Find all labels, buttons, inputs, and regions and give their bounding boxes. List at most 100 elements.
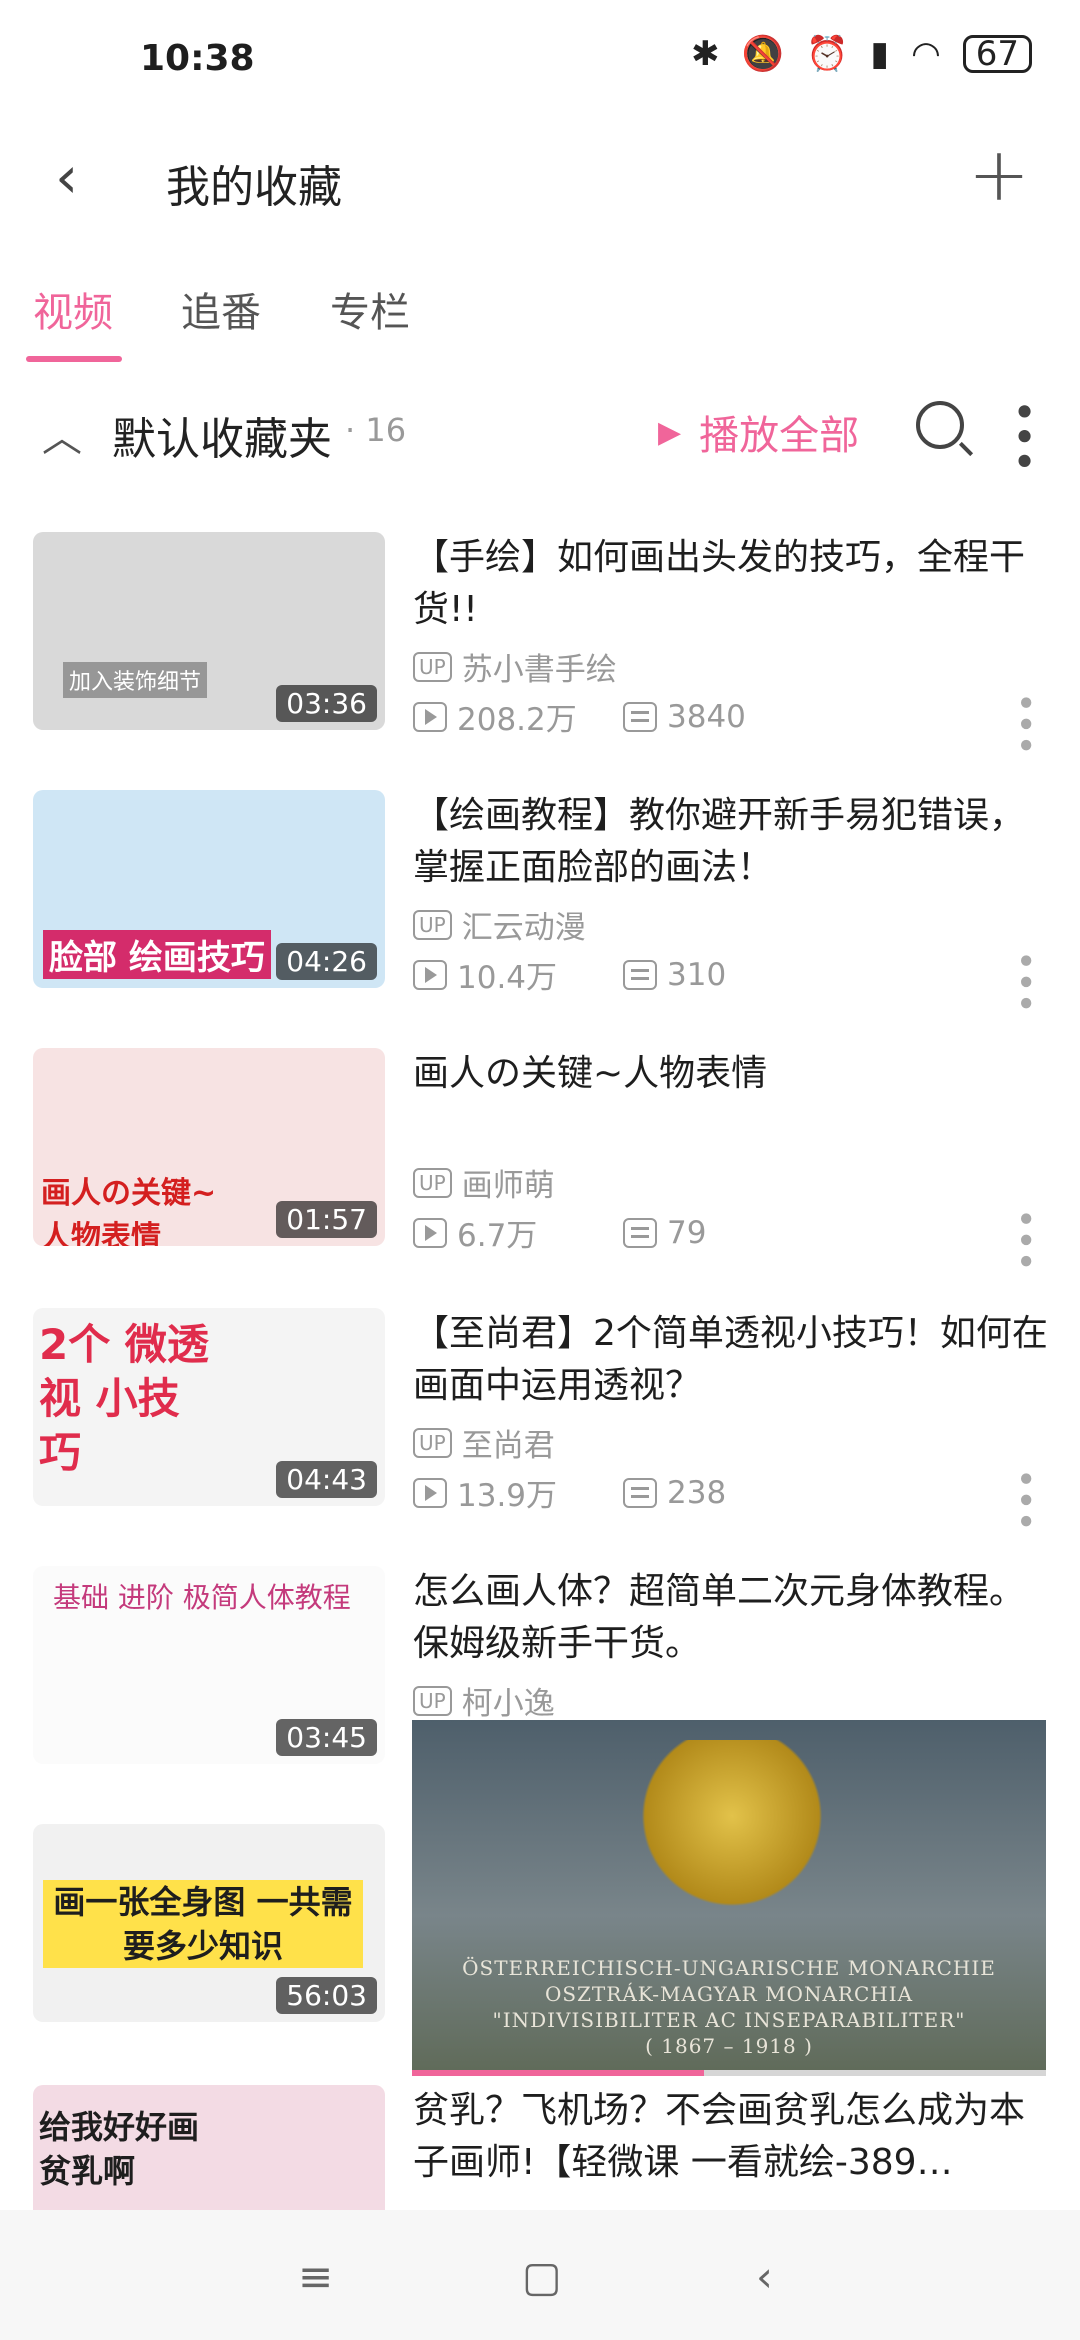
list-item[interactable]: 给我好好画 贫乳啊 贫乳？飞机场？不会画贫乳怎么成为本子画师!【轻微课 一看就绘… (0, 2085, 1080, 2210)
uploader-name: 画师萌 (461, 1168, 555, 1204)
video-thumbnail[interactable]: 基础 进阶 极简人体教程 03:45 (33, 1566, 385, 1764)
video-title[interactable]: 【绘画教程】教你避开新手易犯错误，掌握正面脸部的画法！ (413, 790, 1053, 894)
search-icon[interactable] (916, 401, 964, 449)
view-count-value: 10.4万 (457, 960, 558, 996)
uploader[interactable]: UP 画师萌 (413, 1160, 555, 1205)
thumbnail-caption: 画人の关键~ 人物表情 (41, 1176, 217, 1246)
list-item[interactable]: 2个 微透视 小技巧 04:43 【至尚君】2个简单透视小技巧！如何在画面中运用… (0, 1308, 1080, 1532)
video-thumbnail[interactable]: 脸部 绘画技巧 04:26 (33, 790, 385, 988)
thumbnail-caption: 基础 进阶 极简人体教程 (53, 1581, 351, 1614)
danmaku-icon (623, 959, 657, 990)
playback-progress[interactable] (412, 2070, 1046, 2076)
menu-icon[interactable]: ≡ (298, 2252, 333, 2301)
video-thumbnail[interactable]: 画一张全身图 一共需要多少知识 56:03 (33, 1824, 385, 2022)
floating-video-player[interactable]: ÖSTERREICHISCH-UNGARISCHE MONARCHIE OSZT… (412, 1720, 1046, 2076)
play-all-button[interactable]: ▶ 播放全部 (658, 403, 859, 461)
video-title[interactable]: 贫乳？飞机场？不会画贫乳怎么成为本子画师!【轻微课 一看就绘-389… (413, 2085, 1053, 2189)
home-icon[interactable]: ▢ (522, 2252, 562, 2301)
caption-line: OSZTRÁK-MAGYAR MONARCHIA (544, 1982, 914, 2006)
uploader[interactable]: UP 汇云动漫 (413, 902, 586, 947)
caption-line: ÖSTERREICHISCH-UNGARISCHE MONARCHIE (462, 1956, 996, 1980)
back-icon[interactable]: ‹ (756, 2252, 773, 2301)
thumbnail-caption: 脸部 绘画技巧 (43, 930, 271, 979)
video-stats: 208.2万 3840 (413, 694, 746, 739)
tab-bangumi[interactable]: 追番 (181, 280, 261, 338)
danmaku-icon (623, 701, 657, 732)
more-options-icon[interactable]: ••• (999, 399, 1048, 473)
list-item[interactable]: 脸部 绘画技巧 04:26 【绘画教程】教你避开新手易犯错误，掌握正面脸部的画法… (0, 790, 1080, 1014)
play-count-icon (413, 1217, 447, 1248)
danmaku-value: 238 (667, 1474, 727, 1511)
status-bar: 10:38 ✱ 🔕 ⏰ ▮ ◠ 67 (0, 0, 1080, 125)
view-count-value: 208.2万 (457, 702, 577, 738)
view-count-value: 6.7万 (457, 1218, 538, 1254)
play-count-icon (413, 1477, 447, 1508)
folder-name[interactable]: 默认收藏夹 (112, 403, 332, 467)
danmaku-count: 238 (623, 1475, 726, 1511)
video-stats: 13.9万 238 (413, 1470, 726, 1515)
video-thumbnail[interactable]: 加入装饰细节 03:36 (33, 532, 385, 730)
video-title[interactable]: 【手绘】如何画出头发的技巧，全程干货!! (413, 532, 1053, 636)
up-badge-icon: UP (413, 909, 452, 940)
video-title[interactable]: 画人の关键~人物表情 (413, 1048, 1053, 1100)
video-title[interactable]: 【至尚君】2个简单透视小技巧！如何在画面中运用透视？ (413, 1308, 1053, 1412)
play-count-icon (413, 959, 447, 990)
thumbnail-caption: 画一张全身图 一共需要多少知识 (43, 1880, 363, 1968)
battery-icon: 67 (962, 35, 1032, 73)
video-title[interactable]: 怎么画人体？超简单二次元身体教程。保姆级新手干货。 (413, 1566, 1053, 1670)
caption-line: "INDIVISIBILITER AC INSEPARABILITER" (492, 2008, 966, 2032)
danmaku-icon (623, 1217, 657, 1248)
uploader-name: 苏小書手绘 (461, 652, 617, 688)
video-thumbnail[interactable]: 2个 微透视 小技巧 04:43 (33, 1308, 385, 1506)
view-count: 6.7万 (413, 1210, 623, 1255)
uploader-name: 至尚君 (461, 1428, 555, 1464)
duration: 01:57 (276, 1201, 377, 1238)
danmaku-count: 310 (623, 957, 726, 993)
up-badge-icon: UP (413, 1427, 452, 1458)
system-nav-bar: ≡ ▢ ‹ (0, 2210, 1080, 2340)
thumbnail-caption: 加入装饰细节 (63, 662, 208, 698)
up-badge-icon: UP (413, 651, 452, 682)
video-stats: 10.4万 310 (413, 952, 726, 997)
uploader[interactable]: UP 至尚君 (413, 1420, 555, 1465)
tab-column[interactable]: 专栏 (330, 280, 410, 338)
danmaku-value: 3840 (667, 698, 746, 735)
list-item[interactable]: 加入装饰细节 03:36 【手绘】如何画出头发的技巧，全程干货!! UP 苏小書手… (0, 532, 1080, 756)
danmaku-value: 79 (667, 1214, 707, 1251)
playback-progress-fill (412, 2070, 704, 2076)
folder-row: ︿ 默认收藏夹 · 16 ▶ 播放全部 ••• (0, 395, 1080, 485)
item-more-icon[interactable]: ••• (1004, 1208, 1045, 1272)
play-count-icon (413, 701, 447, 732)
tab-video[interactable]: 视频 (33, 280, 113, 338)
tab-bar: 视频 追番 专栏 (0, 280, 1080, 360)
up-badge-icon: UP (413, 1167, 452, 1198)
back-arrow-icon[interactable]: ‹ (55, 147, 78, 207)
caption-line: ( 1867 – 1918 ) (645, 2034, 813, 2058)
uploader[interactable]: UP 柯小逸 (413, 1678, 555, 1723)
bluetooth-icon: ✱ (691, 34, 720, 74)
signal-icon: ▮ (870, 34, 890, 74)
view-count: 208.2万 (413, 694, 623, 739)
collapse-chevron-icon[interactable]: ︿ (42, 405, 82, 463)
uploader[interactable]: UP 苏小書手绘 (413, 644, 617, 689)
item-more-icon[interactable]: ••• (1004, 692, 1045, 756)
view-count: 13.9万 (413, 1470, 623, 1515)
video-caption: ÖSTERREICHISCH-UNGARISCHE MONARCHIE OSZT… (412, 1955, 1046, 2059)
video-thumbnail[interactable]: 给我好好画 贫乳啊 (33, 2085, 385, 2210)
video-thumbnail[interactable]: 画人の关键~ 人物表情 01:57 (33, 1048, 385, 1246)
folder-count: · 16 (345, 411, 407, 449)
add-icon[interactable]: + (968, 135, 1030, 215)
wifi-icon: ◠ (911, 34, 941, 74)
coat-of-arms-image (642, 1740, 822, 1930)
list-item[interactable]: 画人の关键~ 人物表情 01:57 画人の关键~人物表情 UP 画师萌 6.7万 … (0, 1048, 1080, 1272)
danmaku-icon (623, 1477, 657, 1508)
tab-indicator (26, 356, 122, 362)
duration: 04:43 (276, 1461, 377, 1498)
header: ‹ 我的收藏 + (0, 125, 1080, 235)
item-more-icon[interactable]: ••• (1004, 1468, 1045, 1532)
play-all-label: 播放全部 (699, 413, 860, 459)
item-more-icon[interactable]: ••• (1004, 950, 1045, 1014)
duration: 03:36 (276, 685, 377, 722)
view-count-value: 13.9万 (457, 1478, 558, 1514)
clock: 10:38 (140, 38, 255, 79)
